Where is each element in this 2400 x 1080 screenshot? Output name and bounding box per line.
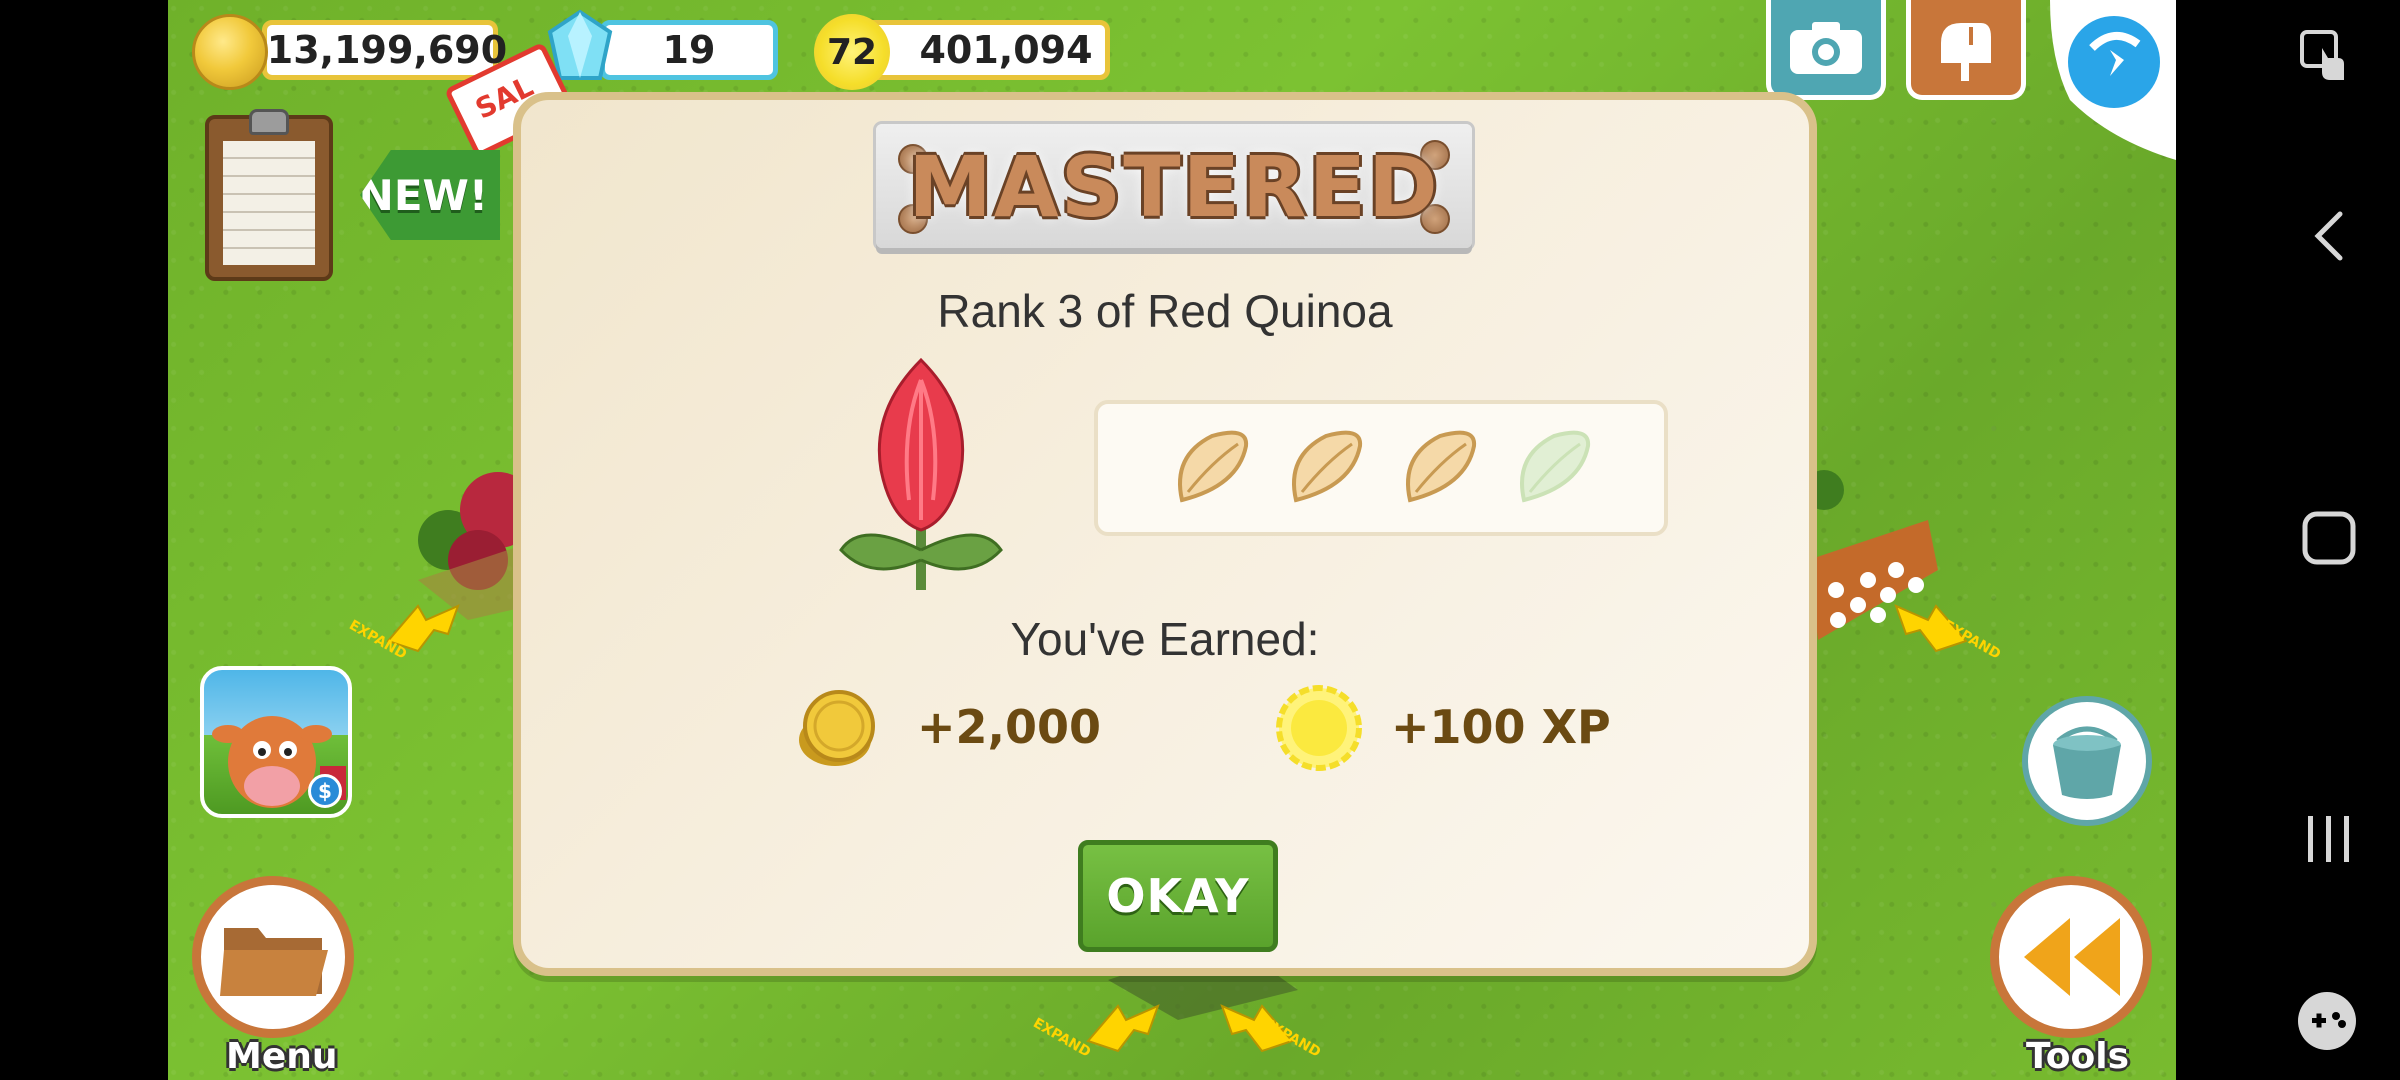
gamepad-icon xyxy=(2298,992,2356,1050)
reward-xp: +100 XP xyxy=(1391,700,1611,754)
home-button[interactable] xyxy=(2301,510,2357,566)
red-quinoa-icon xyxy=(839,357,1003,590)
seed-icon-filled xyxy=(1292,430,1363,503)
menu-button[interactable] xyxy=(192,876,354,1038)
clipboard-paper xyxy=(223,141,315,265)
coins-value: 13,199,690 xyxy=(266,28,508,72)
tools-button[interactable] xyxy=(1990,876,2152,1038)
system-navigation-bar xyxy=(2176,0,2400,1080)
mailbox-icon xyxy=(1941,22,1991,81)
app-store-badge-icon: $ xyxy=(308,774,342,808)
bucket-icon xyxy=(2053,726,2121,799)
gems-value: 19 xyxy=(662,28,716,72)
folder-icon xyxy=(220,928,328,996)
rewind-icon xyxy=(2024,918,2120,996)
reward-coins: +2,000 xyxy=(917,700,1102,754)
seed-icon-filled xyxy=(1178,430,1249,503)
mastery-progress xyxy=(1094,400,1668,536)
xp-star-icon xyxy=(1276,685,1362,771)
xp-counter: 401,094 xyxy=(858,20,1110,80)
screen-pin-button[interactable] xyxy=(2296,26,2356,86)
earned-label: You've Earned: xyxy=(1010,613,1320,665)
new-badge-label: NEW! xyxy=(358,170,488,220)
mailbox-button[interactable] xyxy=(1906,0,2026,100)
coins-icon xyxy=(192,14,268,90)
tools-label: Tools xyxy=(2026,1036,2130,1077)
sync-icon xyxy=(2068,16,2160,108)
mastery-subtitle: Rank 3 of Red Quinoa xyxy=(937,285,1393,337)
menu-label: Menu xyxy=(226,1036,338,1077)
gems-counter[interactable]: 19 xyxy=(600,20,778,80)
mastered-banner: MASTERED xyxy=(876,124,1472,248)
sync-button[interactable] xyxy=(2050,0,2176,160)
mastery-dialog: MASTERED Rank 3 of Red Quinoa You've Ear… xyxy=(513,92,1817,976)
clipboard-button[interactable] xyxy=(205,109,333,281)
cross-promo-app-icon[interactable]: $ xyxy=(200,666,352,818)
game-tools-button[interactable] xyxy=(2296,990,2358,1052)
back-chevron-icon xyxy=(2314,211,2343,261)
recent-apps-button[interactable] xyxy=(2302,812,2356,866)
seed-icon-empty xyxy=(1520,430,1591,503)
level-star-badge: 72 xyxy=(814,14,890,90)
coins-counter: 13,199,690 xyxy=(262,20,507,80)
coin-icon xyxy=(799,690,875,766)
seed-icon-filled xyxy=(1406,430,1477,503)
recent-apps-icon xyxy=(2308,816,2349,862)
home-square-icon xyxy=(2302,511,2356,565)
banner-title: MASTERED xyxy=(908,138,1440,236)
expand-arrow-bottom-right[interactable] xyxy=(1218,996,1302,1056)
screen-pin-icon xyxy=(2300,30,2344,80)
okay-button[interactable]: OKAY xyxy=(1078,840,1278,952)
camera-icon xyxy=(1790,21,1862,74)
clipboard-clip xyxy=(249,109,289,135)
level-value: 72 xyxy=(826,31,878,73)
xp-value: 401,094 xyxy=(919,28,1093,72)
bucket-button[interactable] xyxy=(2022,696,2152,826)
camera-button[interactable] xyxy=(1766,0,1886,100)
back-button[interactable] xyxy=(2310,206,2350,266)
